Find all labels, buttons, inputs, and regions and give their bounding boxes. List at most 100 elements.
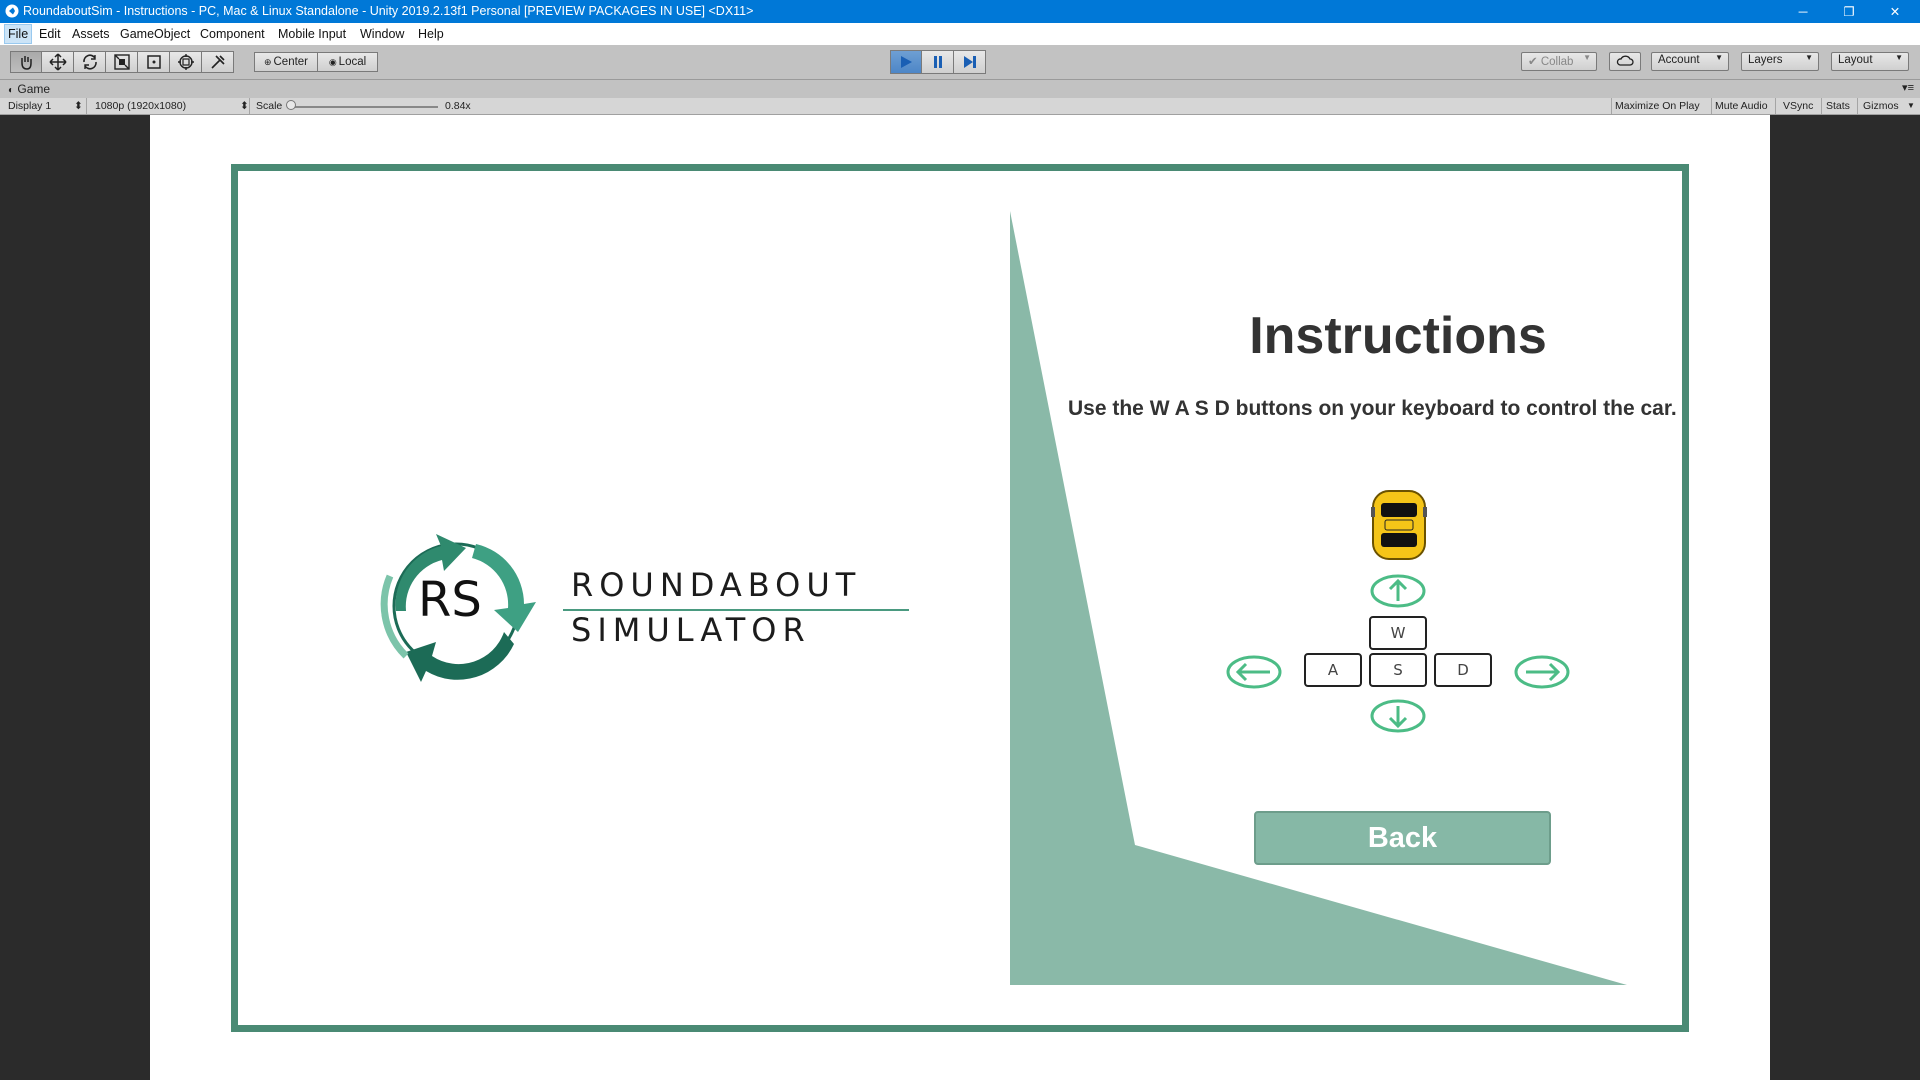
hand-icon	[21, 56, 32, 70]
toolbar: ⊕ Center ◉ Local ✔ Collab ▼ Account ▼ La…	[0, 45, 1920, 80]
pivot-label: Center	[273, 56, 309, 68]
divider	[1775, 98, 1776, 114]
menu-assets[interactable]: Assets	[72, 27, 110, 41]
menu-help[interactable]: Help	[418, 27, 444, 41]
key-w: W	[1369, 616, 1427, 650]
pivot-center-button[interactable]: ⊕ Center	[254, 52, 318, 72]
pivot-local-button[interactable]: ◉ Local	[318, 52, 378, 72]
scale-slider-handle[interactable]	[286, 100, 296, 110]
play-controls	[890, 50, 986, 74]
minimize-button[interactable]: ─	[1780, 0, 1826, 23]
layout-dropdown[interactable]: Layout ▼	[1831, 52, 1909, 71]
chevron-updown-icon: ⬍	[240, 100, 249, 112]
collab-dropdown[interactable]: ✔ Collab ▼	[1521, 52, 1597, 71]
mute-audio-toggle[interactable]: Mute Audio	[1715, 98, 1768, 114]
chevron-updown-icon: ⬍	[74, 100, 83, 112]
divider	[1711, 98, 1712, 114]
divider	[1611, 98, 1612, 114]
chevron-down-icon: ▼	[1715, 53, 1723, 62]
cloud-button[interactable]	[1609, 52, 1641, 71]
scale-icon	[113, 54, 130, 70]
gizmos-dropdown[interactable]: Gizmos	[1863, 98, 1899, 114]
key-s: S	[1369, 653, 1427, 687]
arrow-down-icon	[1370, 699, 1426, 733]
rotate-icon	[82, 54, 97, 70]
instructions-frame: RS ROUNDABOUT SIMULATOR Instructions Use…	[231, 164, 1689, 1032]
instructions-title: Instructions	[1249, 307, 1547, 365]
collab-label: Collab	[1540, 56, 1574, 68]
game-viewport: RS ROUNDABOUT SIMULATOR Instructions Use…	[150, 115, 1770, 1080]
key-d: D	[1434, 653, 1492, 687]
menu-edit[interactable]: Edit	[39, 27, 61, 41]
rect-icon	[146, 55, 161, 69]
menu-file[interactable]: File	[4, 24, 33, 44]
restore-button[interactable]: ❐	[1826, 0, 1872, 23]
transform-tools	[10, 51, 234, 73]
play-icon	[901, 56, 912, 68]
menu-mobile-input[interactable]: Mobile Input	[278, 27, 346, 41]
transform-tool-button[interactable]	[170, 51, 202, 73]
tab-game-label: Game	[17, 82, 51, 96]
space-label: Local	[338, 56, 367, 68]
resolution-dropdown[interactable]: 1080p (1920x1080)	[95, 98, 186, 114]
pivot-icon: ⊕	[263, 56, 272, 67]
window-title: RoundaboutSim - Instructions - PC, Mac &…	[23, 4, 754, 18]
layers-dropdown[interactable]: Layers ▼	[1741, 52, 1819, 71]
account-dropdown[interactable]: Account ▼	[1651, 52, 1729, 71]
layout-label: Layout	[1838, 54, 1873, 66]
logo-title-line2: SIMULATOR	[571, 611, 811, 649]
scale-label: Scale	[256, 100, 283, 112]
step-icon	[963, 56, 976, 68]
hand-tool-button[interactable]	[10, 51, 42, 73]
rotate-tool-button[interactable]	[74, 51, 106, 73]
chevron-down-icon: ▼	[1805, 53, 1813, 62]
step-button[interactable]	[954, 50, 986, 74]
back-button[interactable]: Back	[1254, 811, 1551, 865]
menu-gameobject[interactable]: GameObject	[120, 27, 190, 41]
rect-tool-button[interactable]	[138, 51, 170, 73]
game-view-controls: Display 1 ⬍ 1080p (1920x1080) ⬍ Scale 0.…	[0, 98, 1920, 115]
divider	[249, 98, 250, 114]
stats-toggle[interactable]: Stats	[1826, 98, 1850, 114]
game-controller-icon: ◐	[8, 85, 15, 96]
svg-text:RS: RS	[418, 572, 482, 628]
cloud-icon	[1616, 55, 1634, 66]
scale-tool-button[interactable]	[106, 51, 138, 73]
logo-title-line1: ROUNDABOUT	[571, 566, 862, 604]
unity-logo-icon	[5, 4, 19, 18]
check-icon: ✔	[1528, 56, 1538, 68]
transform-icon	[177, 54, 194, 70]
tab-menu-icon[interactable]: ▾≡	[1902, 81, 1914, 94]
instructions-text: Use the W A S D buttons on your keyboard…	[1068, 397, 1677, 420]
local-icon: ◉	[328, 56, 337, 67]
tab-game[interactable]: ◐ Game	[8, 82, 50, 96]
menu-component[interactable]: Component	[200, 27, 265, 41]
arrow-up-icon	[1370, 574, 1426, 608]
game-tab-bar: ◐ Game ▾≡	[0, 80, 1920, 98]
menu-window[interactable]: Window	[360, 27, 404, 41]
arrow-left-icon	[1226, 655, 1282, 689]
roundabout-simulator-logo: RS ROUNDABOUT SIMULATOR	[366, 516, 916, 706]
car-icon	[1371, 490, 1427, 560]
display-dropdown[interactable]: Display 1	[8, 98, 51, 114]
scale-slider-track[interactable]	[290, 106, 438, 108]
maximize-on-play-toggle[interactable]: Maximize On Play	[1615, 98, 1700, 114]
rs-emblem-logo: RS	[380, 534, 536, 682]
divider	[1857, 98, 1858, 114]
custom-tool-button[interactable]	[202, 51, 234, 73]
vsync-toggle[interactable]: VSync	[1783, 98, 1813, 114]
window-title-bar: RoundaboutSim - Instructions - PC, Mac &…	[0, 0, 1920, 23]
divider	[86, 98, 87, 114]
pause-button[interactable]	[922, 50, 954, 74]
account-label: Account	[1658, 54, 1700, 66]
divider	[1821, 98, 1822, 114]
chevron-down-icon: ▼	[1895, 53, 1903, 62]
play-button[interactable]	[890, 50, 922, 74]
move-tool-button[interactable]	[42, 51, 74, 73]
scale-value: 0.84x	[445, 100, 471, 112]
close-button[interactable]: ✕	[1872, 0, 1918, 23]
key-a: A	[1304, 653, 1362, 687]
custom-tool-icon	[210, 55, 225, 69]
chevron-down-icon: ▼	[1907, 101, 1915, 110]
pause-icon	[933, 56, 942, 68]
